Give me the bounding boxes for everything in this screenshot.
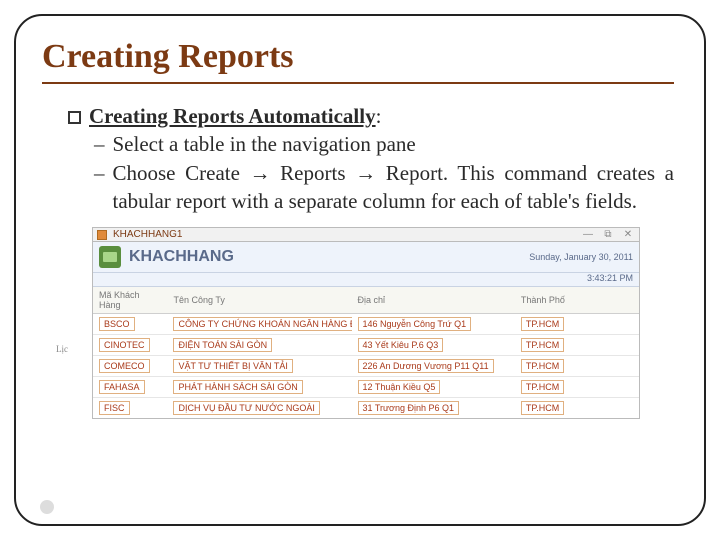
table-row: FISC DỊCH VỤ ĐẦU TƯ NƯỚC NGOÀI 31 Trương… (93, 398, 639, 419)
col-head-4: Thành Phố (515, 287, 639, 314)
slide-number-dot (40, 500, 54, 514)
restore-icon[interactable]: ⧉ (601, 229, 615, 240)
table-row: FAHASA PHÁT HÀNH SÁCH SÀI GÒN 12 Thuận K… (93, 377, 639, 398)
dash-icon: – (94, 159, 105, 216)
slide-title: Creating Reports (42, 38, 674, 84)
square-bullet-icon (68, 111, 81, 124)
close-icon[interactable]: ✕ (621, 229, 635, 240)
report-body: KHACHHANG Sunday, January 30, 2011 3:43:… (92, 242, 640, 419)
arrow-icon: → (355, 161, 376, 185)
table-row: BSCO CÔNG TY CHỨNG KHOÁN NGÂN HÀNG ĐT&PT… (93, 314, 639, 335)
table-header-row: Mã Khách Hàng Tên Công Ty Địa chỉ Thành … (93, 287, 639, 314)
col-head-2: Tên Công Ty (167, 287, 351, 314)
minimize-icon[interactable]: — (581, 229, 595, 240)
report-header-icon (99, 246, 121, 268)
report-time: 3:43:21 PM (93, 273, 639, 287)
col-head-1: Mã Khách Hàng (93, 287, 167, 314)
arrow-icon: → (250, 161, 271, 185)
dash-icon: – (94, 130, 105, 158)
slide-frame: Creating Reports Creating Reports Automa… (14, 14, 706, 526)
table-body: BSCO CÔNG TY CHỨNG KHOÁN NGÂN HÀNG ĐT&PT… (93, 314, 639, 419)
bullet-main: Creating Reports Automatically: (68, 102, 674, 130)
sub1-text: Select a table in the navigation pane (113, 130, 416, 158)
content-block: Creating Reports Automatically: – Select… (46, 102, 674, 215)
bullet-main-text: Creating Reports Automatically (89, 104, 376, 128)
report-header: KHACHHANG Sunday, January 30, 2011 (93, 242, 639, 273)
col-head-3: Địa chỉ (352, 287, 515, 314)
embedded-screenshot: KHACHHANG1 — ⧉ ✕ KHACHHANG Sunday, Janua… (92, 227, 640, 419)
document-tab-bar: KHACHHANG1 — ⧉ ✕ (92, 227, 640, 242)
report-table: Mã Khách Hàng Tên Công Ty Địa chỉ Thành … (93, 287, 639, 418)
report-tab-icon (97, 230, 107, 240)
truncated-left-label: Lịc (56, 344, 68, 354)
report-title: KHACHHANG (129, 248, 234, 266)
tab-title[interactable]: KHACHHANG1 (113, 229, 182, 240)
report-date: Sunday, January 30, 2011 (529, 252, 633, 262)
table-row: CINOTEC ĐIỆN TOÁN SÀI GÒN 43 Yết Kiêu P.… (93, 335, 639, 356)
sub-bullet-2: – Choose Create → Reports → Report. This… (94, 159, 674, 216)
table-row: COMECO VẬT TƯ THIẾT BỊ VĂN TẢI 226 An Dư… (93, 356, 639, 377)
sub-bullet-1: – Select a table in the navigation pane (94, 130, 674, 158)
